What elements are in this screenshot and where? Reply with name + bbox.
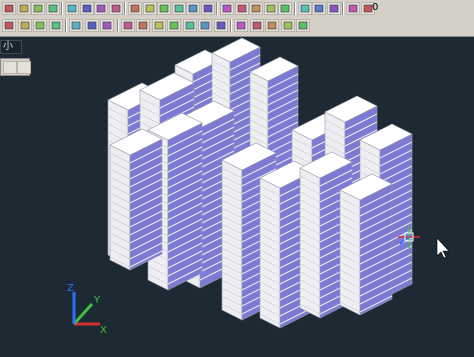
dims-icon[interactable] [65, 2, 79, 15]
cone-icon[interactable] [171, 2, 186, 15]
ucs-face-icon[interactable] [213, 19, 228, 32]
table-icon[interactable] [108, 2, 123, 15]
orbit-icon[interactable] [33, 19, 47, 32]
toolbar-separator [293, 2, 296, 15]
ucs-x-icon[interactable] [265, 19, 279, 32]
toolbar-separator [216, 2, 218, 15]
cylinder-icon[interactable] [157, 2, 171, 15]
dimension-icon[interactable] [94, 2, 108, 15]
layer-state-icon[interactable] [16, 2, 31, 15]
layer-current-value[interactable]: 0 [372, 2, 378, 13]
toolbar-separator [116, 19, 119, 32]
sun-icon[interactable] [326, 2, 341, 15]
union-icon[interactable] [234, 2, 249, 15]
layer-manager-icon[interactable] [2, 2, 16, 15]
ucs-3point-icon[interactable] [167, 19, 181, 32]
tower-left-face [221, 159, 243, 321]
slice-icon[interactable] [297, 2, 312, 15]
extrude-icon[interactable] [278, 2, 292, 15]
toolbar-separator [61, 2, 63, 15]
lock-icon[interactable] [45, 2, 60, 15]
ucs-world-icon[interactable] [120, 19, 135, 32]
toolbar-separator [342, 2, 344, 15]
tower-cluster [107, 37, 413, 329]
tower [109, 128, 163, 271]
lamp-icon[interactable] [312, 2, 326, 15]
toolbar-separator [230, 19, 232, 32]
tower [339, 173, 393, 316]
ucs-z-label: Z [67, 283, 74, 294]
intersect-icon[interactable] [263, 2, 278, 15]
zoom-icon[interactable] [2, 19, 16, 32]
pan-icon[interactable] [17, 19, 32, 32]
text-style-icon[interactable] [79, 2, 94, 15]
tower-left-face [259, 177, 281, 329]
cube-icon[interactable] [220, 2, 234, 15]
camera-icon[interactable] [84, 19, 99, 32]
tower-left-face [299, 167, 321, 319]
drawing-viewport[interactable]: X Y Z [0, 37, 474, 357]
ucs-x-label: X [100, 325, 107, 336]
ucs-origin-icon[interactable] [136, 19, 150, 32]
tower-left-face [109, 144, 131, 271]
render-icon[interactable] [69, 19, 83, 32]
standard-toolbar [0, 0, 474, 18]
ucs-toolbar [0, 17, 474, 37]
ucs-y-label: Y [93, 295, 101, 306]
toolbar-separator [65, 19, 67, 32]
ucs-y-axis [72, 302, 94, 326]
sphere-icon[interactable] [142, 2, 157, 15]
ucs-object-icon[interactable] [198, 19, 212, 32]
ucs-apply-icon[interactable] [234, 19, 248, 32]
ucs-axis-icon: X Y Z [67, 283, 107, 336]
ucs-prev-icon[interactable] [249, 19, 264, 32]
view-cube-icon[interactable] [48, 19, 63, 32]
ucs-z-icon[interactable] [296, 19, 310, 32]
subtract-icon[interactable] [249, 2, 263, 15]
tower-left-face [339, 189, 361, 316]
ucs-y-icon[interactable] [280, 19, 295, 32]
torus-icon[interactable] [186, 2, 200, 15]
freeze-icon[interactable] [346, 2, 360, 15]
wedge-icon[interactable] [200, 2, 215, 15]
ucs-axis-icon[interactable] [151, 19, 166, 32]
shade-icon[interactable] [31, 2, 45, 15]
box-icon[interactable] [128, 2, 142, 15]
walk-icon[interactable] [100, 19, 114, 32]
ucs-view-icon[interactable] [182, 19, 197, 32]
toolbar-separator [124, 2, 126, 15]
mouse-cursor-icon [436, 237, 450, 259]
